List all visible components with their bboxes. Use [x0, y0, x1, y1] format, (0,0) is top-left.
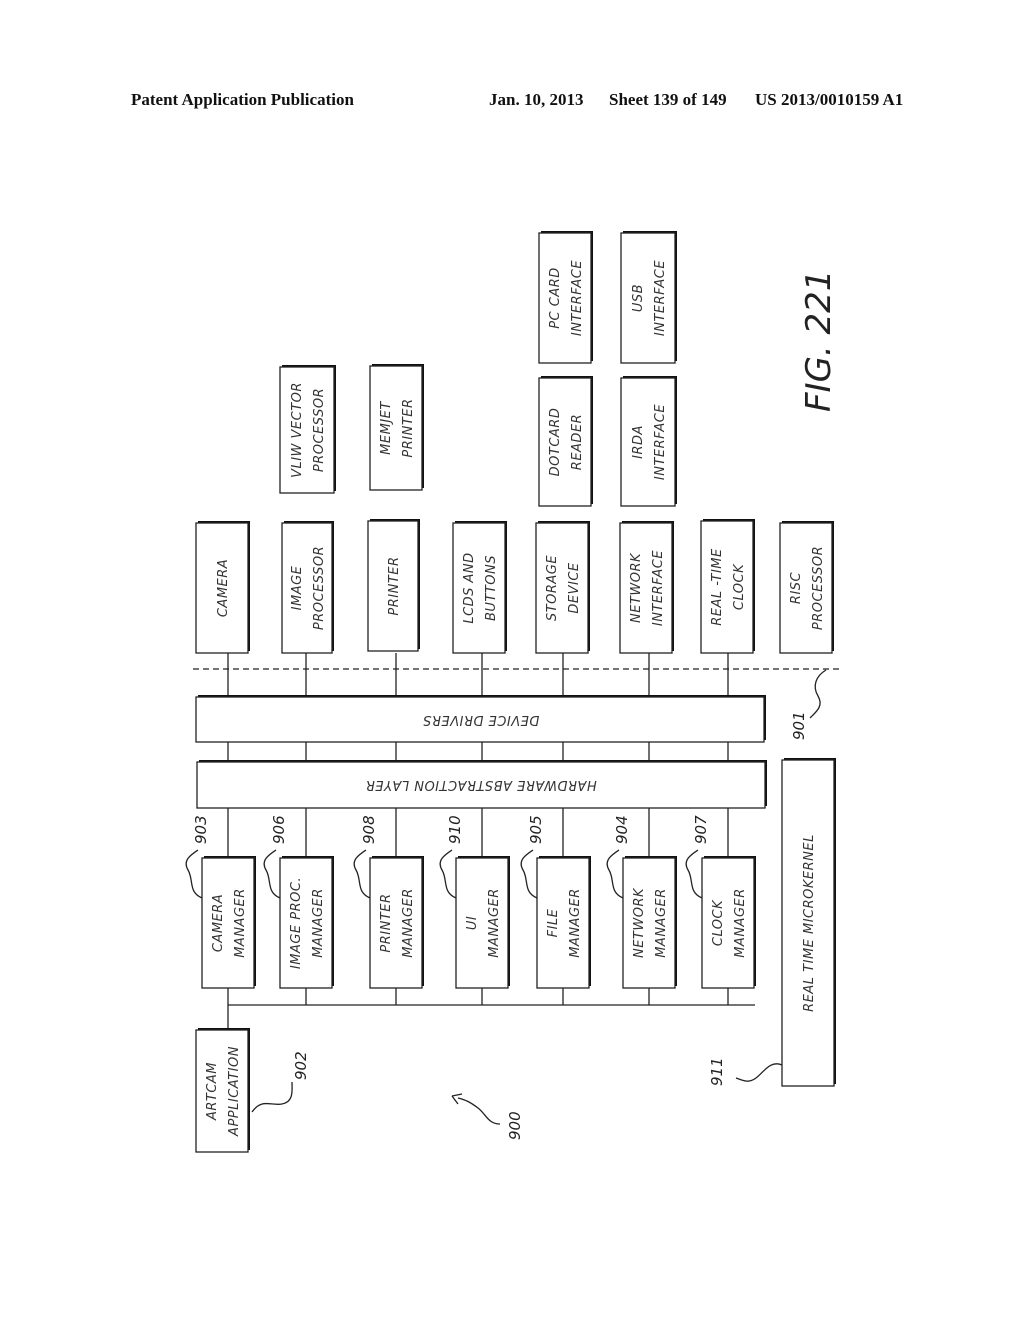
hardware-label-0: CAMERA: [216, 559, 231, 617]
architecture-diagram: VLIW VECTOR PROCESSOR MEMJET PRINTER DOTCARD…: [185, 231, 840, 1153]
manager-ref-leader-3: [439, 849, 457, 899]
extra-box-5: [620, 231, 677, 364]
hardware-label-3-line: BUTTONS: [484, 555, 499, 621]
manager-label-4-line: FILE: [546, 908, 561, 937]
hardware-label-7-line: PROCESSOR: [811, 546, 826, 630]
manager-label-3-line: MANAGER: [487, 888, 502, 958]
manager-label-6-line: CLOCK: [711, 899, 726, 946]
manager-label-6-line: MANAGER: [733, 888, 748, 958]
hardware-label-3-line: LCDS AND: [462, 552, 477, 623]
hardware-label-6-line: CLOCK: [732, 563, 747, 610]
manager-label-5-line: NETWORK: [632, 887, 647, 958]
manager-ref-leader-5: [606, 849, 624, 899]
extra-box-label-5-line: USB: [631, 284, 646, 312]
manager-ref-leader-2: [353, 849, 371, 899]
device-drivers-label: DEVICE DRIVERS: [423, 712, 540, 727]
manager-ref-6: 907: [692, 815, 710, 844]
extra-box-label-1-line: PRINTER: [401, 398, 416, 457]
manager-ref-0: 903: [192, 815, 210, 844]
manager-ref-1: 906: [270, 815, 288, 844]
extra-box-label-2-line: READER: [570, 414, 585, 470]
hardware-label-6-line: REAL -TIME: [710, 548, 725, 626]
diagram-boxes: [195, 231, 836, 1153]
hardware-label-1-line: PROCESSOR: [312, 546, 327, 630]
extra-box-3: [620, 376, 677, 507]
manager-ref-leader-1: [263, 849, 281, 899]
hal-label: HARDWARE ABSTRACTION LAYER: [365, 777, 596, 792]
manager-label-1-line: IMAGE PROC.: [289, 877, 304, 969]
manager-label-2-line: MANAGER: [401, 888, 416, 958]
manager-ref-leader-6: [685, 849, 703, 899]
manager-label-5-line: MANAGER: [654, 888, 669, 958]
hardware-label-2: PRINTER: [387, 556, 402, 615]
microkernel-ref: 911: [708, 1057, 726, 1086]
manager-label-2-line: PRINTER: [379, 893, 394, 952]
microkernel-label-line: REAL TIME MICROKERNEL: [802, 834, 817, 1012]
manager-label-0-line: MANAGER: [233, 888, 248, 958]
hardware-label-1-line: IMAGE: [290, 565, 305, 610]
hardware-label-2-line: PRINTER: [387, 556, 402, 615]
microkernel-label: REAL TIME MICROKERNEL: [802, 834, 817, 1012]
figure-label: FIG. 221: [799, 270, 839, 412]
manager-ref-4: 905: [527, 815, 545, 844]
hardware-label-4-line: STORAGE: [545, 555, 560, 621]
manager-label-3-line: UI: [465, 916, 480, 930]
artcam-application-label-line: ARTCAM: [205, 1062, 220, 1121]
hardware-label-0-line: CAMERA: [216, 559, 231, 617]
overall-ref-arrow: [457, 1097, 501, 1125]
hardware-label-7-line: RISC: [789, 571, 804, 604]
extra-box-0: [279, 365, 336, 494]
manager-label-1-line: MANAGER: [311, 888, 326, 958]
extra-box-label-0-line: PROCESSOR: [312, 388, 327, 472]
hardware-label-4-line: DEVICE: [567, 562, 582, 614]
extra-box-label-4-line: PC CARD: [548, 267, 563, 329]
extra-box-label-2-line: DOTCARD: [548, 408, 563, 477]
application-ref-leader: [251, 1081, 293, 1113]
extra-box-label-0-line: VLIW VECTOR: [290, 382, 305, 478]
manager-label-4-line: MANAGER: [568, 888, 583, 958]
extra-box-label-5-line: INTERFACE: [653, 260, 668, 336]
manager-ref-5: 904: [613, 815, 631, 844]
extra-box-label-3-line: IRDA: [631, 425, 646, 459]
manager-ref-leader-4: [520, 849, 538, 899]
manager-ref-2: 908: [360, 815, 378, 844]
artcam-application-label-line: APPLICATION: [227, 1046, 242, 1137]
hardware-label-5-line: NETWORK: [629, 552, 644, 623]
extra-box-label-4-line: INTERFACE: [570, 260, 585, 336]
application-ref: 902: [292, 1051, 310, 1080]
manager-label-0-line: CAMERA: [211, 894, 226, 952]
boundary-ref-leader: [809, 669, 827, 719]
overall-ref: 900: [506, 1111, 524, 1140]
hardware-label-5-line: INTERFACE: [651, 550, 666, 626]
extra-box-label-3-line: INTERFACE: [653, 404, 668, 480]
boundary-ref: 901: [790, 711, 808, 740]
extra-box-label-1-line: MEMJET: [379, 401, 394, 455]
microkernel-ref-leader: [735, 1063, 783, 1082]
manager-ref-leader-0: [185, 849, 203, 899]
manager-ref-3: 910: [446, 815, 464, 844]
